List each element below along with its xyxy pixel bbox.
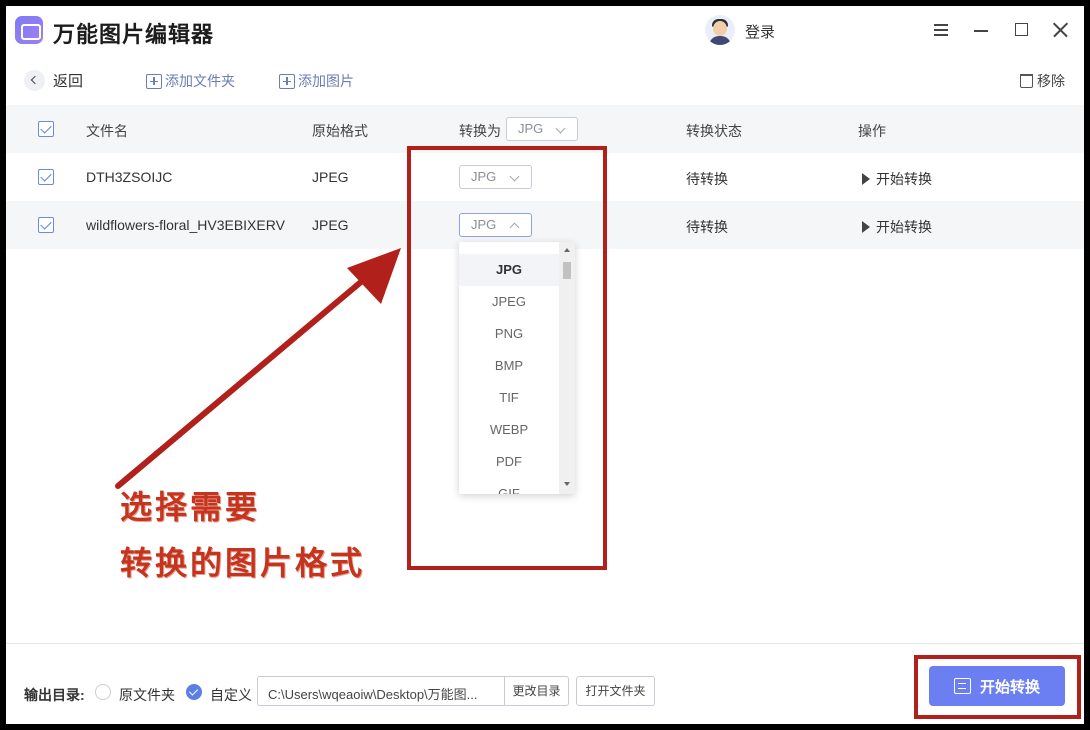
- output-path-value: C:\Users\wqeaoiw\Desktop\万能图...: [268, 687, 478, 702]
- output-dir-label: 输出目录:: [24, 687, 85, 703]
- radio-original-label: 原文件夹: [119, 687, 175, 703]
- app-window: 万能图片编辑器 登录 返回 添加文件夹 添加图片 移除 文件名 原始格式 转换为…: [6, 6, 1084, 724]
- open-folder-button[interactable]: 打开文件夹: [576, 676, 655, 706]
- convert-icon: [953, 678, 971, 694]
- radio-custom[interactable]: [186, 684, 202, 700]
- start-convert-button[interactable]: 开始转换: [929, 666, 1065, 706]
- annotation-text-line2: 转换的图片格式: [120, 544, 366, 582]
- annotation-text-line1: 选择需要: [120, 488, 261, 526]
- radio-original-folder[interactable]: [95, 684, 111, 700]
- output-path-field[interactable]: C:\Users\wqeaoiw\Desktop\万能图... 更改目录: [257, 676, 569, 706]
- footer-bar: 输出目录: 原文件夹 自定义 C:\Users\wqeaoiw\Desktop\…: [6, 643, 1084, 724]
- start-convert-label: 开始转换: [979, 678, 1040, 696]
- annotation-arrow-icon: [115, 248, 401, 489]
- change-dir-button[interactable]: 更改目录: [504, 677, 568, 705]
- radio-custom-label: 自定义: [210, 687, 252, 703]
